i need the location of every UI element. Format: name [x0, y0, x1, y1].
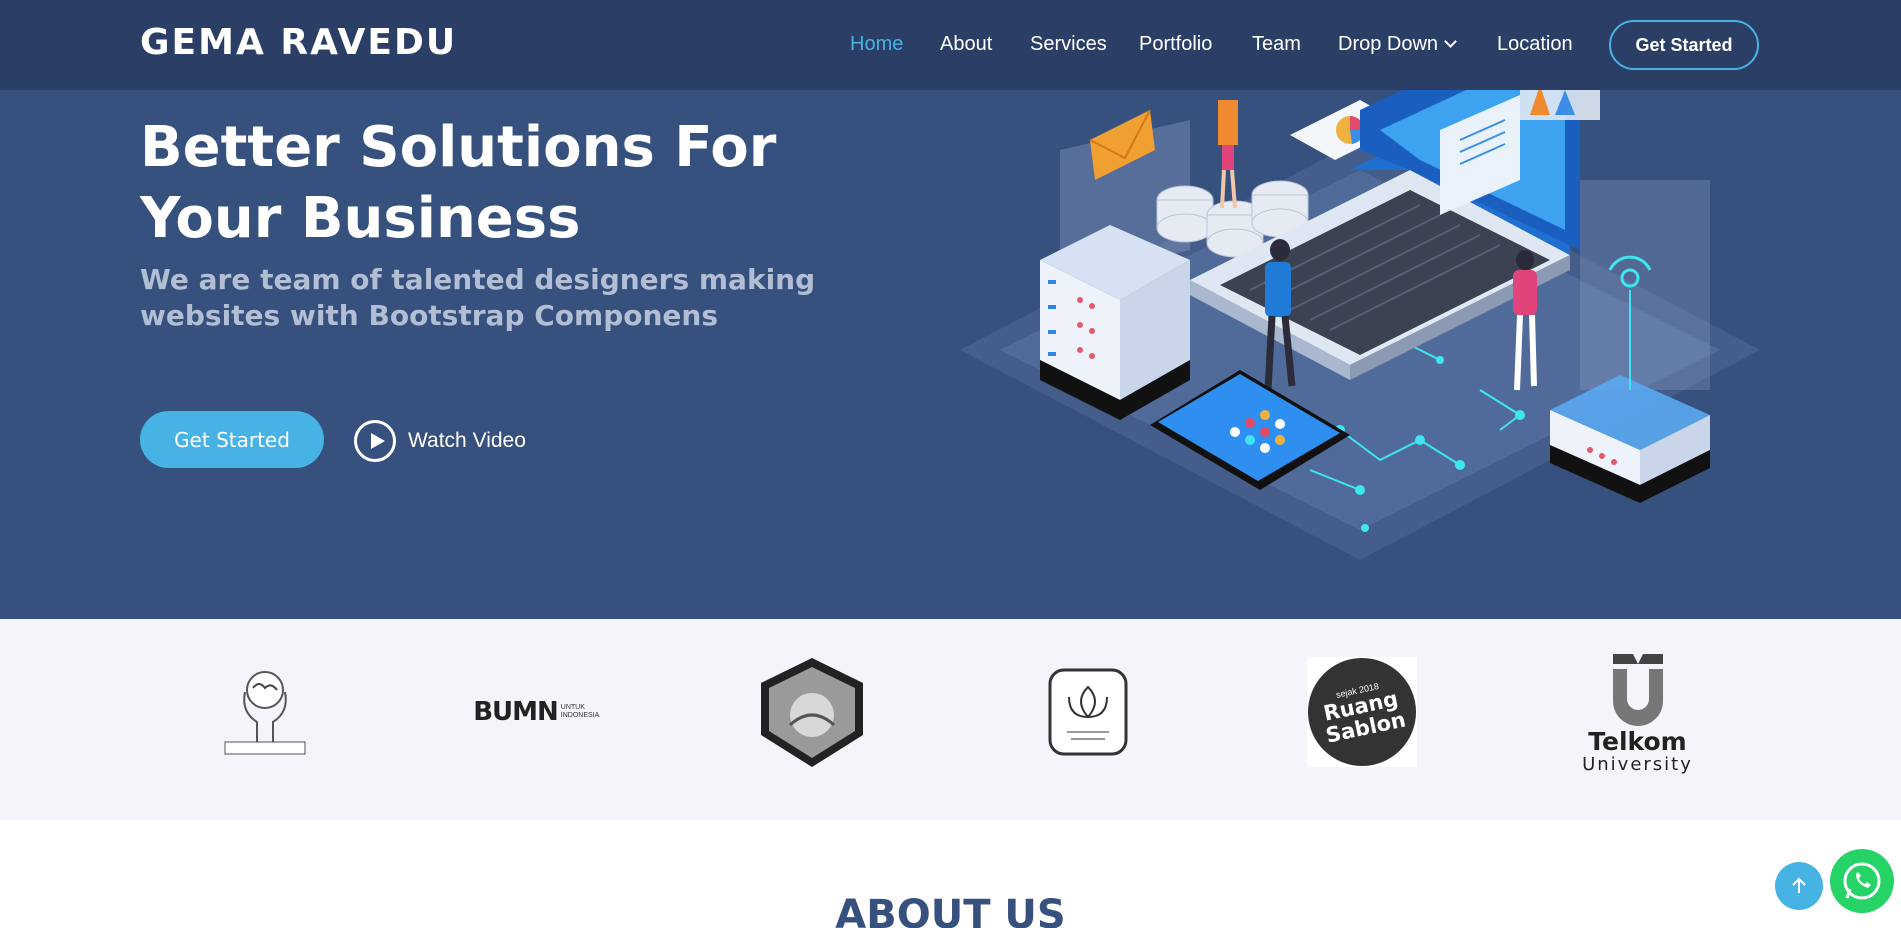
telkom-u-logo-icon	[1612, 654, 1663, 726]
nav-dropdown-label: Drop Down	[1338, 33, 1439, 55]
whatsapp-icon	[1843, 862, 1881, 900]
whatsapp-button[interactable]	[1830, 849, 1894, 913]
ruang-sablon-text: Ruang Sablon	[1321, 686, 1408, 748]
ruang-sablon-badge: sejak 2018 Ruang Sablon	[1297, 647, 1427, 777]
bumn-logo-sub: UNTUK INDONESIA	[560, 704, 600, 719]
client-logo-3	[752, 647, 872, 777]
hands-globe-logo-icon	[224, 671, 306, 755]
nav-location[interactable]: Location	[1497, 33, 1573, 56]
ruang-sablon-logo: sejak 2018 Ruang Sablon	[1297, 647, 1427, 777]
telkom-logo-text: Telkom	[1588, 727, 1687, 756]
site-header: GEMA RAVEDU Home About Services Portfoli…	[0, 0, 1901, 90]
watch-video-label: Watch Video	[408, 429, 526, 452]
hero-illustration	[960, 90, 1760, 560]
back-to-top-button[interactable]	[1775, 862, 1823, 910]
hero-title: Better Solutions For Your Business	[140, 115, 777, 251]
clients-section: BUMN UNTUK INDONESIA sejak 2018 Ruang Sa…	[0, 619, 1901, 820]
telkom-logo-sub: University	[1582, 754, 1693, 775]
site-logo[interactable]: GEMA RAVEDU	[140, 22, 457, 63]
play-icon	[354, 420, 396, 462]
nav-home[interactable]: Home	[850, 33, 903, 56]
hero-subtitle: We are team of talented designers making…	[140, 263, 816, 332]
hero-get-started-button[interactable]: Get Started	[140, 411, 324, 468]
president-university-logo-icon	[1048, 668, 1128, 756]
about-section-title: ABOUT US	[835, 892, 1066, 928]
universitas-lampung-logo-icon	[760, 657, 863, 767]
client-logo-5: sejak 2018 Ruang Sablon	[1297, 647, 1427, 777]
nav-dropdown[interactable]: Drop Down	[1338, 33, 1457, 56]
arrow-up-icon	[1792, 877, 1806, 893]
nav-services[interactable]: Services	[1030, 33, 1107, 56]
watch-video-link[interactable]: Watch Video	[354, 420, 526, 462]
nav-team[interactable]: Team	[1252, 33, 1301, 56]
hero-section: Better Solutions For Your Business We ar…	[0, 90, 1901, 619]
chevron-down-icon	[1444, 35, 1457, 48]
nav-portfolio[interactable]: Portfolio	[1139, 33, 1212, 56]
nav-about[interactable]: About	[940, 33, 992, 56]
client-logo-1	[210, 647, 320, 777]
bumn-logo-text: BUMN	[473, 697, 559, 727]
client-logo-6: Telkom University	[1570, 647, 1705, 777]
header-get-started-button[interactable]: Get Started	[1609, 20, 1759, 70]
client-logo-2: BUMN UNTUK INDONESIA	[472, 647, 602, 777]
client-logo-4	[1038, 647, 1138, 777]
